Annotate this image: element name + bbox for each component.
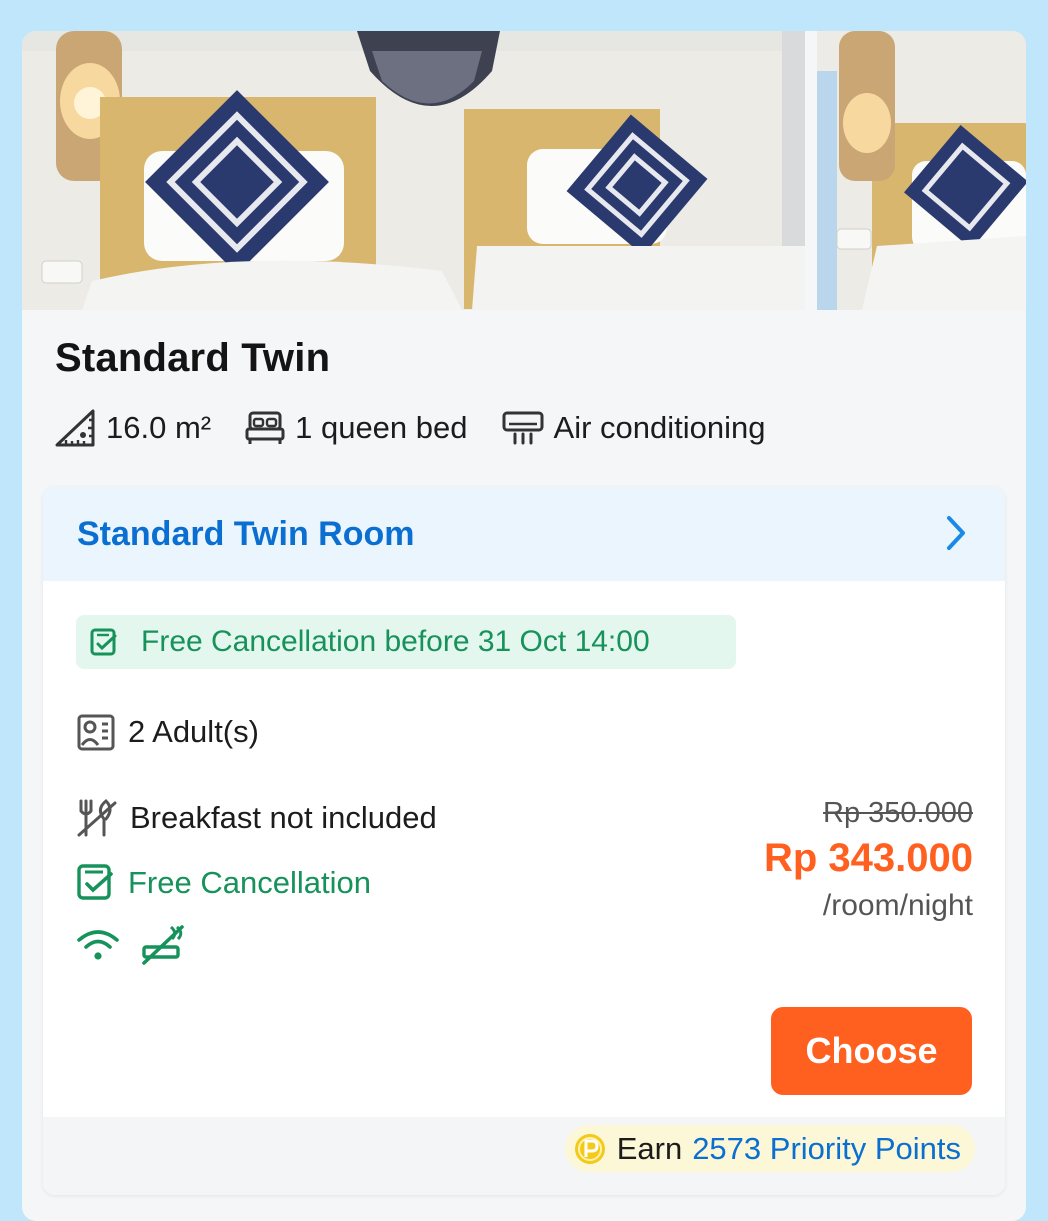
discounted-price: Rp 343.000 <box>763 836 973 880</box>
free-cancellation-icon <box>77 864 113 900</box>
guests-icon <box>77 714 115 751</box>
air-conditioner-icon <box>502 411 544 445</box>
priority-points-coin-icon <box>574 1133 605 1164</box>
feature-room-size: 16.0 m² <box>54 408 211 448</box>
room-photo-gallery[interactable] <box>22 31 1026 310</box>
room-photo-secondary[interactable] <box>817 31 1026 310</box>
bed-icon <box>245 411 285 444</box>
choose-button[interactable]: Choose <box>771 1007 972 1095</box>
points-earn-label: Earn <box>616 1130 683 1166</box>
original-price: Rp 350.000 <box>823 797 973 829</box>
occupancy-row: 2 Adult(s) <box>76 712 259 752</box>
wifi-icon <box>77 930 119 960</box>
no-breakfast-icon <box>77 798 117 837</box>
amenity-icons <box>76 923 206 967</box>
free-cancellation-row: Free Cancellation <box>76 863 371 903</box>
room-features: 16.0 m² 1 queen bed Air conditioning <box>54 406 799 450</box>
price-block: Rp 350.000 Rp 343.000 /room/night <box>764 797 973 923</box>
rate-offer-name: Standard Twin Room <box>77 514 415 553</box>
chevron-right-icon[interactable] <box>945 515 967 551</box>
occupancy-label: 2 Adult(s) <box>128 714 259 749</box>
feature-bed: 1 queen bed <box>245 410 468 446</box>
no-smoking-icon <box>142 925 184 965</box>
breakfast-row: Breakfast not included <box>76 797 437 839</box>
priority-points-bar: Earn 2573 Priority Points <box>43 1117 1005 1195</box>
room-title: Standard Twin <box>55 336 331 380</box>
points-value: 2573 Priority Points <box>692 1130 961 1166</box>
room-size-label: 16.0 m² <box>106 410 212 445</box>
breakfast-label: Breakfast not included <box>130 800 437 835</box>
free-cancellation-label: Free Cancellation <box>128 865 371 900</box>
priority-points-pill: Earn 2573 Priority Points <box>564 1125 975 1172</box>
rate-offer-header[interactable]: Standard Twin Room <box>43 487 1005 581</box>
room-size-icon <box>55 409 95 447</box>
air-conditioning-label: Air conditioning <box>553 410 766 445</box>
room-photo-main[interactable] <box>22 31 805 310</box>
price-unit: /room/night <box>822 889 973 922</box>
bed-label: 1 queen bed <box>295 410 468 445</box>
feature-air-conditioning: Air conditioning <box>502 410 766 446</box>
rate-offer-card: Standard Twin Room Free Cancellation bef… <box>43 487 1005 1195</box>
free-cancellation-badge-label: Free Cancellation before 31 Oct 14:00 <box>141 625 650 658</box>
free-cancellation-badge: Free Cancellation before 31 Oct 14:00 <box>76 615 736 669</box>
cancellation-policy-icon <box>90 628 117 656</box>
room-card: Standard Twin 16.0 m² 1 queen bed Air co… <box>22 31 1026 1221</box>
